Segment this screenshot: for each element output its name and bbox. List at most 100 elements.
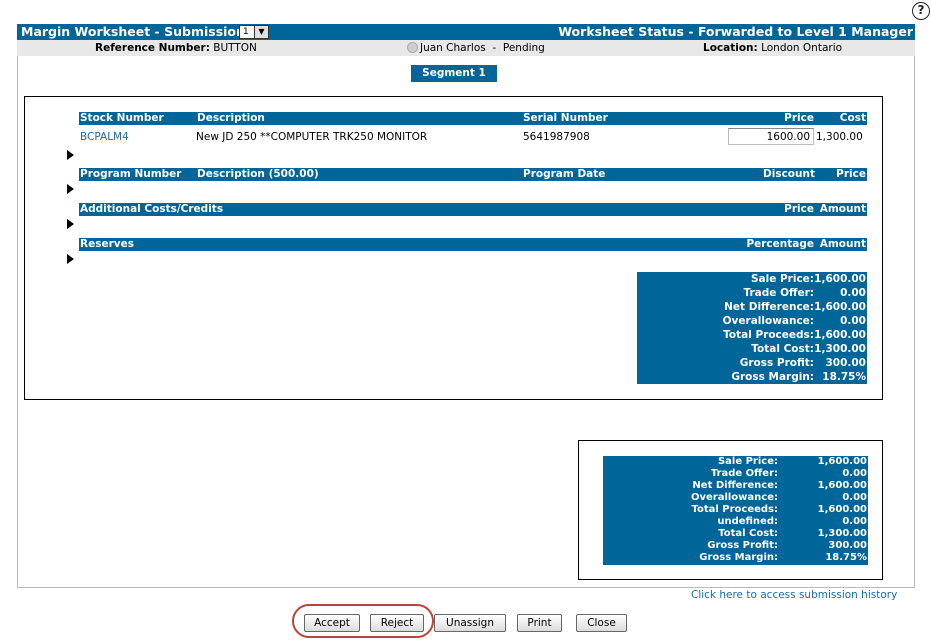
summary-value: 1,600.00 — [814, 329, 866, 341]
summary-label: undefined: — [717, 516, 778, 527]
summary-label: Gross Profit: — [739, 357, 814, 369]
tab-segment-1[interactable]: Segment 1 — [411, 65, 497, 82]
summary-label: Sale Price: — [717, 456, 778, 467]
col-stock-number: Stock Number — [80, 112, 164, 124]
col-additional-price: Price — [784, 203, 814, 215]
stock-number-link[interactable]: BCPALM4 — [80, 130, 129, 144]
summary-value: 0.00 — [842, 468, 867, 479]
summary-value: 300.00 — [825, 357, 866, 369]
program-header: Program Number Description (500.00) Prog… — [79, 168, 867, 181]
summary-line: Gross Margin: 18.75% — [603, 552, 868, 564]
info-row: Reference Number: BUTTON Juan Charlos - … — [17, 40, 915, 56]
col-program-date: Program Date — [523, 168, 606, 180]
reserves-header: Reserves Percentage Amount — [79, 238, 867, 251]
summary-line: undefined: 0.00 — [603, 516, 868, 528]
expand-program-icon[interactable] — [67, 184, 74, 194]
reject-button[interactable]: Reject — [370, 614, 424, 632]
page-title: Margin Worksheet - Submission — [21, 24, 245, 39]
summary-label: Overallowance: — [722, 315, 814, 327]
summary-label: Total Cost: — [718, 528, 778, 539]
col-description: Description — [197, 112, 265, 124]
summary-value: 18.75% — [822, 371, 866, 383]
summary-label: Total Cost: — [751, 343, 814, 355]
col-cost: Cost — [839, 112, 866, 124]
expand-additional-icon[interactable] — [67, 219, 74, 229]
summary-label: Trade Offer: — [743, 287, 815, 299]
summary-label: Overallowance: — [690, 492, 778, 503]
col-program-description: Description (500.00) — [197, 168, 319, 180]
col-reserves-title: Reserves — [80, 238, 134, 250]
accept-button[interactable]: Accept — [304, 614, 360, 632]
summary-line: Sale Price: 1,600.00 — [603, 456, 868, 468]
summary-label: Gross Profit: — [707, 540, 778, 551]
print-button[interactable]: Print — [517, 614, 562, 632]
summary-label: Net Difference: — [724, 301, 814, 313]
chevron-down-icon[interactable]: ▼ — [254, 26, 268, 38]
summary-line: Overallowance: 0.00 — [637, 314, 867, 328]
summary-line: Net Difference: 1,600.00 — [637, 300, 867, 314]
col-serial-number: Serial Number — [523, 112, 608, 124]
summary-value: 18.75% — [825, 552, 867, 563]
reference-label: Reference Number: — [95, 42, 210, 54]
col-discount: Discount — [763, 168, 815, 180]
summary-value: 1,300.00 — [814, 343, 866, 355]
col-additional-title: Additional Costs/Credits — [80, 203, 224, 215]
summary-value: 1,600.00 — [817, 504, 867, 515]
summary-value: 1,600.00 — [814, 273, 866, 285]
worksheet-status: Worksheet Status - Forwarded to Level 1 … — [558, 24, 913, 39]
summary-label: Net Difference: — [692, 480, 778, 491]
help-icon[interactable]: ? — [912, 2, 930, 20]
summary-label: Sale Price: — [750, 273, 814, 285]
price-input[interactable] — [728, 128, 814, 145]
summary-line: Gross Profit: 300.00 — [637, 356, 867, 370]
reference-value: BUTTON — [213, 42, 257, 54]
summary-line: Net Difference: 1,600.00 — [603, 480, 868, 492]
summary-label: Total Proceeds: — [723, 329, 814, 341]
summary-value: 1,300.00 — [817, 528, 867, 539]
summary-value: 1,600.00 — [814, 301, 866, 313]
user-status: Juan Charlos - Pending — [407, 40, 545, 56]
summary-line: Trade Offer: 0.00 — [637, 286, 867, 300]
summary-value: 0.00 — [842, 516, 867, 527]
title-bar: Margin Worksheet - Submission 1 ▼ Worksh… — [17, 24, 915, 40]
col-program-number: Program Number — [80, 168, 182, 180]
expand-stock-icon[interactable] — [67, 150, 74, 160]
close-button[interactable]: Close — [576, 614, 627, 632]
user-status-text: Juan Charlos - Pending — [420, 42, 545, 54]
submission-history-link[interactable]: Click here to access submission history — [691, 589, 897, 601]
stock-header: Stock Number Description Serial Number P… — [79, 112, 867, 125]
summary-line: Total Proceeds: 1,600.00 — [603, 504, 868, 516]
col-reserves-amount: Amount — [819, 238, 866, 250]
summary-value: 1,600.00 — [817, 480, 867, 491]
summary-line: Total Proceeds: 1,600.00 — [637, 328, 867, 342]
col-price: Price — [784, 112, 814, 124]
serial-number: 5641987908 — [523, 131, 590, 143]
location-value: London Ontario — [761, 42, 843, 54]
summary-line: Gross Margin: 18.75% — [637, 370, 867, 384]
summary-value: 1,600.00 — [817, 456, 867, 467]
summary-label: Trade Offer: — [710, 468, 778, 479]
summary-value: 0.00 — [842, 492, 867, 503]
expand-reserves-icon[interactable] — [67, 254, 74, 264]
summary-value: 300.00 — [828, 540, 867, 551]
unassign-button[interactable]: Unassign — [434, 614, 506, 632]
summary-label: Total Proceeds: — [691, 504, 778, 515]
stock-description: New JD 250 **COMPUTER TRK250 MONITOR — [196, 131, 428, 143]
col-additional-amount: Amount — [819, 203, 866, 215]
totals-summary: Sale Price: 1,600.00 Trade Offer: 0.00 Net D… — [603, 456, 868, 565]
summary-label: Gross Margin: — [731, 371, 814, 383]
summary-line: Overallowance: 0.00 — [603, 492, 868, 504]
segment-selector[interactable]: 1 ▼ — [239, 25, 269, 39]
reference-number: Reference Number: BUTTON — [95, 40, 257, 56]
location-label: Location: — [703, 42, 758, 54]
segment-summary: Sale Price: 1,600.00 Trade Offer: 0.00 Net D… — [637, 272, 867, 384]
summary-line: Total Cost: 1,300.00 — [603, 528, 868, 540]
summary-value: 0.00 — [840, 287, 866, 299]
stock-cost: 1,300.00 — [816, 131, 863, 143]
col-program-price: Price — [836, 168, 866, 180]
location: Location: London Ontario — [703, 40, 842, 56]
summary-line: Gross Profit: 300.00 — [603, 540, 868, 552]
col-reserves-percentage: Percentage — [746, 238, 814, 250]
summary-value: 0.00 — [840, 315, 866, 327]
summary-label: Gross Margin: — [699, 552, 778, 563]
